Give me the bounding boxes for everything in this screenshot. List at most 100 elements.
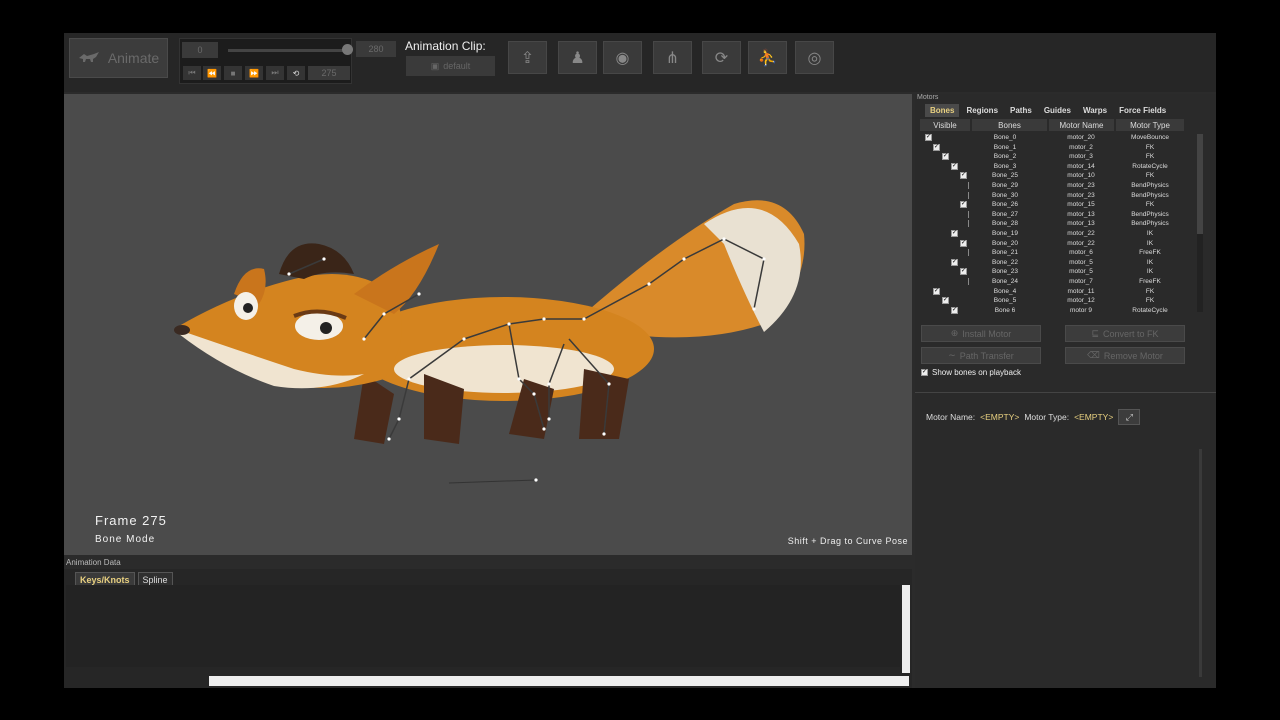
runner-icon[interactable]: ⛹ [748,41,787,74]
cell-type: BendPhysics [1131,191,1169,199]
col-motor-name[interactable]: Motor Name [1049,119,1114,131]
tab-paths[interactable]: Paths [1005,104,1037,117]
cell-type: FK [1145,201,1155,209]
end-frame-field[interactable]: 280 [356,41,396,57]
viewport-canvas[interactable]: Frame 275 Bone Mode Shift + Drag to Curv… [64,94,912,555]
tab-guides[interactable]: Guides [1039,104,1076,117]
last-frame-icon[interactable]: ⏭ [266,66,284,80]
table-row[interactable]: ✓ Bone_20 motor_22 IK [915,239,1200,250]
col-motor-type[interactable]: Motor Type [1116,119,1184,131]
cell-type: IK [1146,239,1154,247]
show-bones-toggle[interactable]: ✓ Show bones on playback [921,368,1021,377]
cell-motor: motor_11 [1067,287,1095,295]
table-row[interactable]: ✓ Bone_1 motor_2 FK [915,143,1200,154]
loop-toggle-icon[interactable]: ⟲ [287,66,305,80]
visible-checkbox[interactable]: ✓ [942,297,949,305]
path-transfer-button[interactable]: ∼ Path Transfer [921,347,1041,364]
horizontal-scrollbar[interactable] [209,676,909,686]
col-bones[interactable]: Bones [972,119,1047,131]
table-row[interactable]: ✓ Bone_26 motor_15 FK [915,201,1200,211]
visible-checkbox[interactable]: ✓ [960,239,967,247]
motors-panel: Motors Bones Regions Paths Guides Warps … [915,94,1216,688]
cell-motor: motor_22 [1067,239,1095,247]
visible-checkbox[interactable]: ✓ [925,134,932,141]
clip-select[interactable]: ▣ default [406,56,495,76]
fast-forward-icon[interactable]: ⏩ [245,66,263,80]
rewind-icon[interactable]: ⏪ [203,66,221,80]
current-frame-field[interactable]: 275 [308,66,350,80]
visible-checkbox[interactable]: ✓ [951,258,958,266]
visible-checkbox[interactable]: ✓ [951,306,958,314]
properties-scrollbar[interactable] [1199,449,1202,677]
table-row[interactable]: Bone_21 motor_6 FreeFK [915,249,1200,259]
visible-checkbox[interactable]: ✓ [960,268,967,276]
expand-icon[interactable]: ⤢ [1118,409,1141,425]
visible-checkbox[interactable]: ✓ [960,172,967,180]
table-row[interactable]: ✓ Bone_0 motor_20 MoveBounce [915,134,1200,144]
first-frame-icon[interactable]: ⏮ [183,66,201,80]
physics-icon[interactable]: ◎ [795,41,834,74]
keys-area[interactable] [66,585,900,667]
visible-checkbox[interactable]: ✓ [933,287,940,295]
remove-motor-button[interactable]: ⌫ Remove Motor [1065,347,1185,364]
table-row[interactable]: ✓ Bone_3 motor_14 RotateCycle [915,162,1200,173]
table-row[interactable]: ✓ Bone_23 motor_5 IK [915,268,1200,278]
cell-type: BendPhysics [1131,220,1169,228]
visible-checkbox[interactable]: ✓ [951,229,958,237]
tab-bones[interactable]: Bones [925,104,960,117]
film-icon: ▣ [430,60,440,71]
ghost-icon[interactable]: ♟ [558,41,597,74]
animate-label: Animate [107,50,160,66]
install-motor-button[interactable]: ⊕ Install Motor [921,325,1041,342]
table-row[interactable]: ✓ Bone_5 motor_12 FK [915,297,1200,307]
visible-checkbox[interactable] [968,249,970,257]
col-visible[interactable]: Visible [920,119,970,131]
table-row[interactable]: ✓ Bone_19 motor_22 IK [915,229,1200,240]
tab-force-fields[interactable]: Force Fields [1114,104,1171,117]
table-row[interactable]: Bone_24 motor_7 FreeFK [915,277,1200,288]
visible-checkbox[interactable]: ✓ [960,201,967,209]
table-row[interactable]: ✓ Bone_2 motor_3 FK [915,153,1200,163]
visible-checkbox[interactable] [968,220,970,228]
visible-checkbox[interactable] [968,191,970,199]
cell-bone: Bone_25 [991,172,1019,180]
table-row[interactable]: ✓ Bone 6 motor 9 RotateCycle [915,306,1200,317]
visible-checkbox[interactable]: ✓ [942,153,949,161]
camera-icon[interactable]: ◉ [603,41,642,74]
bones-scrollbar[interactable] [1197,134,1203,312]
tab-warps[interactable]: Warps [1078,104,1112,117]
cell-type: BendPhysics [1131,181,1169,189]
hierarchy-icon[interactable]: ⋔ [653,41,692,74]
table-row[interactable]: Bone_27 motor_13 BendPhysics [915,210,1200,221]
cell-type: FK [1145,297,1155,305]
table-row[interactable]: Bone_29 motor_23 BendPhysics [915,181,1200,192]
motor-info: Motor Name: <EMPTY> Motor Type: <EMPTY> … [926,409,1141,425]
stop-icon[interactable]: ■ [224,66,242,80]
table-row[interactable]: ✓ Bone_22 motor_5 IK [915,258,1200,269]
tab-regions[interactable]: Regions [961,104,1003,117]
show-bones-checkbox[interactable]: ✓ [921,369,928,376]
vertical-scrollbar[interactable] [902,585,910,673]
visible-checkbox[interactable] [968,277,970,285]
show-bones-label: Show bones on playback [932,368,1021,377]
cell-bone: Bone_26 [991,201,1019,209]
cell-bone: Bone_2 [993,153,1017,161]
table-row[interactable]: ✓ Bone_25 motor_10 FK [915,172,1200,182]
animate-button[interactable]: Animate [69,38,168,78]
visible-checkbox[interactable]: ✓ [951,162,958,170]
loop-icon[interactable]: ⟳ [702,41,741,74]
visible-checkbox[interactable]: ✓ [933,143,940,151]
cell-bone: Bone_22 [991,258,1019,266]
cell-bone: Bone_0 [993,134,1017,141]
timeline-slider[interactable] [228,49,348,52]
upload-icon[interactable]: ⇪ [508,41,547,74]
visible-checkbox[interactable] [968,210,970,218]
start-frame-field[interactable]: 0 [182,42,218,58]
table-row[interactable]: ✓ Bone_4 motor_11 FK [915,287,1200,298]
timeline-slider-handle[interactable] [342,44,353,55]
table-row[interactable]: Bone_28 motor_13 BendPhysics [915,220,1200,230]
visible-checkbox[interactable] [968,181,970,189]
convert-to-fk-button[interactable]: ⊑ Convert to FK [1065,325,1185,342]
table-row[interactable]: Bone_30 motor_23 BendPhysics [915,191,1200,202]
motor-type-label: Motor Type: [1024,412,1070,422]
